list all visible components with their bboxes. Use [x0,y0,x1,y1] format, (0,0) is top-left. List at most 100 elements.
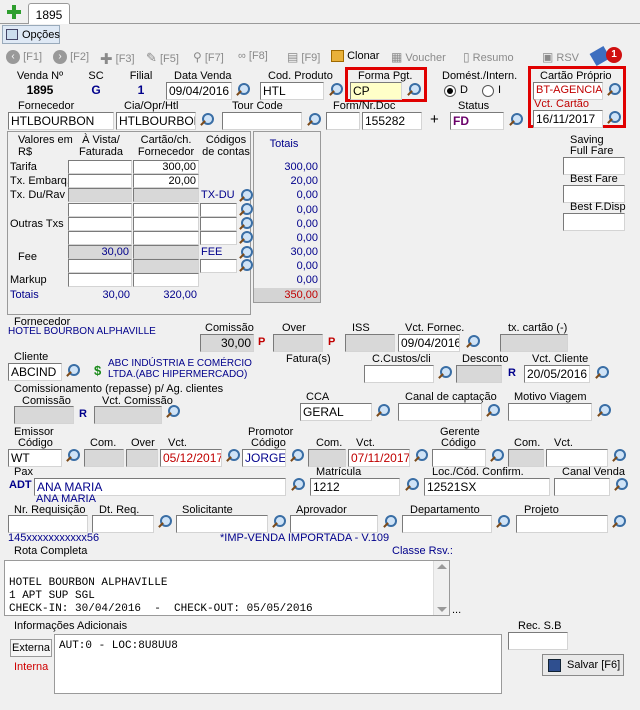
outras3-avista[interactable] [68,231,132,245]
dt-req-search-icon[interactable] [156,514,172,530]
outras3-cartao[interactable] [133,231,199,245]
ccustos-search-icon[interactable] [436,365,452,381]
emissor-codigo-input[interactable]: WT [8,449,62,467]
code-o1[interactable] [200,203,237,217]
aprovador-search-icon[interactable] [381,514,397,530]
info-textarea[interactable]: AUT:0 - LOC:8U8UU8 [54,634,502,694]
form-input[interactable] [326,112,360,130]
rsv-button[interactable]: ▣ RSV [542,50,579,64]
data-venda-input[interactable]: 09/04/2016 [166,82,232,100]
cliente-dollar-icon[interactable]: $ [94,363,101,378]
aprovador-input[interactable] [290,515,378,533]
forma-pgt-search-icon[interactable] [405,82,421,98]
tour-code-input[interactable] [222,112,302,130]
fornecedor-input[interactable]: HTLBOURBON [8,112,114,130]
emissor-search-icon[interactable] [64,448,80,464]
scroll-up-icon[interactable] [437,564,447,569]
canal-captacao-input[interactable] [398,403,482,421]
code-o3[interactable] [200,231,237,245]
outras1-cartao[interactable] [133,203,199,217]
opcoes-button[interactable]: Opções [2,25,60,44]
tab-externa[interactable]: Externa [10,639,52,657]
voucher-button[interactable]: ▦ Voucher [391,50,446,64]
promotor-vct-input[interactable]: 07/11/2017 [348,449,410,467]
matricula-input[interactable]: 1212 [310,478,400,496]
new-button[interactable]: ✚ [F3] [100,50,135,68]
projeto-input[interactable] [516,515,608,533]
matricula-search-icon[interactable] [403,477,419,493]
tarifa-avista[interactable] [68,160,132,174]
outras2-cartao[interactable] [133,217,199,231]
vct-comissao-search-icon[interactable] [164,404,180,420]
embarq-cartao[interactable]: 20,00 [133,174,199,188]
vct-fornec-search-icon[interactable] [464,334,480,350]
cca-input[interactable]: GERAL [300,403,372,421]
tab-1895[interactable]: 1895 [28,3,70,24]
motivo-viagem-input[interactable] [508,403,592,421]
gerente-vct-search-icon[interactable] [610,448,626,464]
loc-input[interactable]: 12521SX [424,478,550,496]
status-search-icon[interactable] [507,112,523,128]
nr-requisicao-input[interactable] [8,515,88,533]
canal-venda-search-icon[interactable] [612,477,628,493]
projeto-search-icon[interactable] [610,514,626,530]
markup-avista[interactable] [68,273,132,287]
ccustos-input[interactable] [364,365,434,383]
clonar-button[interactable]: Clonar [331,50,379,63]
departamento-input[interactable] [402,515,492,533]
outras2-avista[interactable] [68,217,132,231]
emissor-vct-input[interactable]: 05/12/2017 [160,449,222,467]
canal-captacao-search-icon[interactable] [484,403,500,419]
cliente-input[interactable]: ABCIND [8,363,62,381]
forward-button[interactable]: › [F2] [53,50,89,64]
cia-input[interactable]: HTLBOURBON [116,112,196,130]
dt-req-input[interactable] [92,515,154,533]
cartao-proprio-search-icon[interactable] [605,82,621,98]
tarifa-cartao[interactable]: 300,00 [133,160,199,174]
data-venda-search-icon[interactable] [234,82,250,98]
solicitante-input[interactable] [176,515,268,533]
vct-cliente-search-icon[interactable] [593,365,609,381]
code-o3-search-icon[interactable] [237,230,253,246]
pax-search-icon[interactable] [289,477,305,493]
nr-doc-input[interactable]: 155282 [362,112,422,130]
edit-button[interactable]: ✎ [F5] [146,50,179,66]
scroll-down-icon[interactable] [437,607,447,612]
cod-produto-search-icon[interactable] [327,82,343,98]
promotor-codigo-input[interactable]: JORGE [242,449,286,467]
cliente-search-icon[interactable] [64,363,80,379]
rec-sb-input[interactable] [508,632,568,650]
radio-international[interactable] [482,85,494,97]
promotor-search-icon[interactable] [288,448,304,464]
canal-venda-input[interactable] [554,478,610,496]
back-button[interactable]: ‹ [F1] [6,50,42,64]
print-button[interactable]: ▤ [F9] [287,50,320,64]
gerente-vct-input[interactable] [546,449,608,467]
rota-textarea[interactable]: HOTEL BOURBON ALPHAVILLE 1 APT SUP SGL C… [4,560,450,616]
solicitante-search-icon[interactable] [270,514,286,530]
cca-search-icon[interactable] [374,403,390,419]
glasses-button[interactable]: ∞ [F8] [238,50,268,62]
radio-domestic[interactable] [444,85,456,97]
vct-fornec-input[interactable]: 09/04/2016 [398,334,460,352]
status-input[interactable]: FD [450,112,504,130]
best-fdisp-input[interactable] [563,213,625,231]
cia-search-icon[interactable] [198,112,214,128]
vct-cartao-search-icon[interactable] [605,110,621,126]
rota-scrollbar[interactable] [433,561,449,615]
vct-cliente-input[interactable]: 20/05/2016 [524,365,590,383]
salvar-button[interactable]: Salvar [F6] [542,654,624,676]
markup-cartao[interactable] [133,273,199,287]
code-f2-search-icon[interactable] [237,258,253,274]
cod-produto-input[interactable]: HTL [260,82,324,100]
emissor-vct-search-icon[interactable] [224,448,240,464]
tab-interna[interactable]: Interna [14,661,48,673]
code-f2[interactable] [200,259,237,273]
gerente-codigo-input[interactable] [432,449,486,467]
promotor-vct-search-icon[interactable] [412,448,428,464]
plus-label[interactable]: + [430,111,439,128]
gerente-search-icon[interactable] [488,448,504,464]
rota-more[interactable]: ... [452,604,461,616]
outras1-avista[interactable] [68,203,132,217]
search-button[interactable]: ⚲ [F7] [193,50,224,64]
